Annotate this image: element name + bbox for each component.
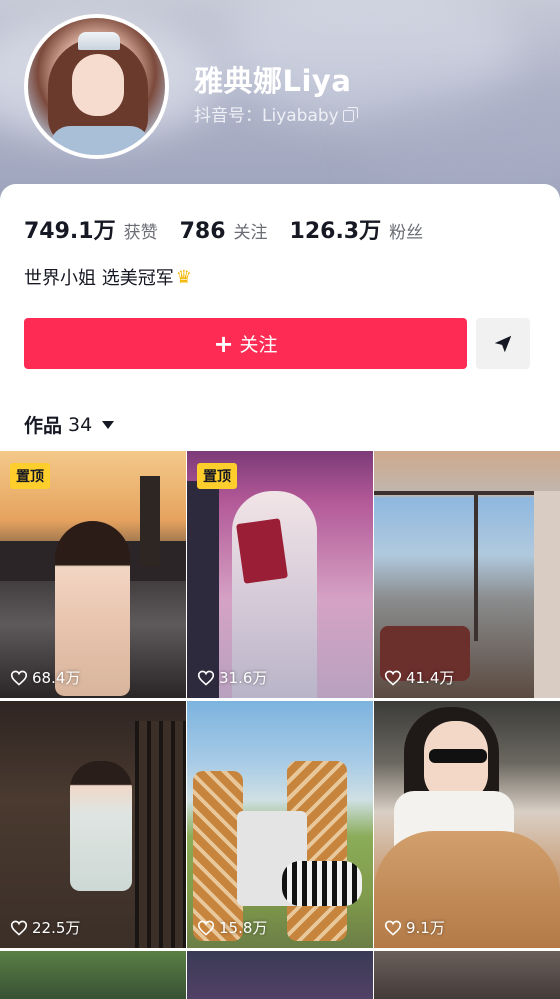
profile-card: 749.1万 获赞 786 关注 126.3万 粉丝 世界小姐 选美冠军 ♛ +… (0, 184, 560, 454)
share-button[interactable] (476, 318, 530, 369)
video-tile[interactable] (374, 951, 560, 999)
bio: 世界小姐 选美冠军 ♛ (24, 264, 192, 290)
like-count-value: 15.8万 (219, 919, 268, 937)
video-tile[interactable] (0, 951, 186, 999)
video-tile[interactable]: 15.8万 (187, 701, 373, 948)
like-count-value: 22.5万 (32, 919, 81, 937)
heart-icon (197, 920, 215, 936)
video-tile[interactable]: 置顶 68.4万 (0, 451, 186, 698)
like-count: 9.1万 (384, 917, 445, 938)
pinned-badge: 置顶 (197, 463, 237, 489)
stat-likes-label: 获赞 (123, 223, 158, 243)
pinned-badge: 置顶 (10, 463, 50, 489)
like-count: 31.6万 (197, 667, 267, 688)
like-count-value: 68.4万 (32, 669, 81, 687)
stat-followers-value: 126.3万 (289, 219, 382, 244)
plus-icon: + (213, 329, 234, 358)
stat-following[interactable]: 786 关注 (180, 218, 268, 244)
avatar[interactable] (24, 14, 169, 159)
profile-name: 雅典娜Liya (194, 64, 352, 98)
like-count: 68.4万 (10, 667, 80, 688)
like-count: 22.5万 (10, 917, 80, 938)
stat-likes[interactable]: 749.1万 获赞 (24, 213, 158, 245)
like-count-value: 31.6万 (219, 669, 268, 687)
douyin-id-text: 抖音号：Liyababy (194, 106, 339, 126)
like-count-value: 41.4万 (406, 669, 455, 687)
stat-followers-label: 粉丝 (389, 223, 424, 243)
bio-text: 世界小姐 选美冠军 (24, 268, 174, 289)
douyin-id[interactable]: 抖音号：Liyababy (194, 101, 358, 126)
video-tile[interactable]: 22.5万 (0, 701, 186, 948)
follow-button-label: 关注 (239, 334, 278, 356)
video-grid: 置顶 68.4万 置顶 31.6万 41.4万 22.5万 15.8万 9.1万 (0, 451, 560, 999)
stat-following-value: 786 (179, 219, 226, 244)
works-tab-count: 34 (68, 413, 93, 436)
like-count: 41.4万 (384, 667, 454, 688)
works-tab-label: 作品 (24, 415, 63, 437)
stat-following-label: 关注 (233, 223, 268, 243)
stat-likes-value: 749.1万 (24, 219, 116, 244)
heart-icon (384, 670, 402, 686)
video-tile[interactable] (187, 951, 373, 999)
heart-icon (197, 670, 215, 686)
paper-plane-icon (494, 335, 512, 352)
stat-followers[interactable]: 126.3万 粉丝 (290, 213, 424, 245)
tab-works[interactable]: 作品 34 (24, 411, 115, 438)
heart-icon (384, 920, 402, 936)
follow-button[interactable]: + 关注 (24, 318, 467, 369)
video-tile[interactable]: 41.4万 (374, 451, 560, 698)
like-count-value: 9.1万 (406, 919, 445, 937)
stats-row: 749.1万 获赞 786 关注 126.3万 粉丝 (24, 213, 445, 245)
video-tile[interactable]: 置顶 31.6万 (187, 451, 373, 698)
copy-icon[interactable] (342, 106, 358, 122)
video-tile[interactable]: 9.1万 (374, 701, 560, 948)
heart-icon (10, 670, 28, 686)
heart-icon (10, 920, 28, 936)
crown-icon: ♛ (175, 266, 192, 288)
caret-down-icon (102, 420, 115, 429)
like-count: 15.8万 (197, 917, 267, 938)
